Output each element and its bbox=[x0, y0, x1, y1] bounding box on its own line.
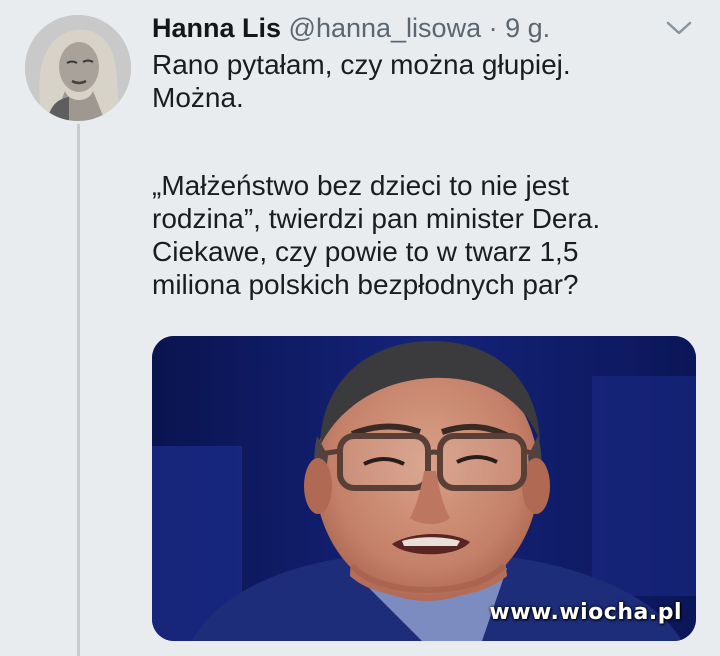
author-handle[interactable]: @hanna_lisowa bbox=[289, 13, 482, 43]
chevron-down-icon[interactable] bbox=[664, 16, 694, 40]
separator-dot: · bbox=[488, 13, 498, 43]
tweet-text-line: Ciekawe, czy powie to w twarz 1,5 bbox=[152, 236, 579, 267]
tweet-text-line: „Małżeństwo bez dzieci to nie jest bbox=[152, 170, 570, 201]
tweet-text-line: miliona polskich bezpłodnych par? bbox=[152, 269, 579, 300]
tweet-text-line: Rano pytałam, czy można głupiej. bbox=[152, 49, 571, 80]
avatar[interactable] bbox=[25, 15, 131, 121]
media-photo bbox=[152, 336, 696, 641]
tweet: Hanna Lis @hanna_lisowa · 9 g. Rano pyta… bbox=[0, 0, 720, 656]
author-name[interactable]: Hanna Lis bbox=[152, 13, 281, 43]
tweet-time[interactable]: 9 g. bbox=[505, 13, 550, 43]
tweet-text-line: Można. bbox=[152, 82, 244, 113]
tweet-media-image[interactable]: www.wiocha.pl bbox=[152, 336, 696, 641]
watermark: www.wiocha.pl bbox=[489, 600, 682, 625]
thread-line bbox=[77, 124, 80, 656]
tweet-header: Hanna Lis @hanna_lisowa · 9 g. bbox=[152, 10, 550, 46]
avatar-image bbox=[25, 15, 131, 121]
tweet-text: Rano pytałam, czy można głupiej. Można. … bbox=[152, 48, 700, 301]
tweet-text-line: rodzina”, twierdzi pan minister Dera. bbox=[152, 203, 601, 234]
